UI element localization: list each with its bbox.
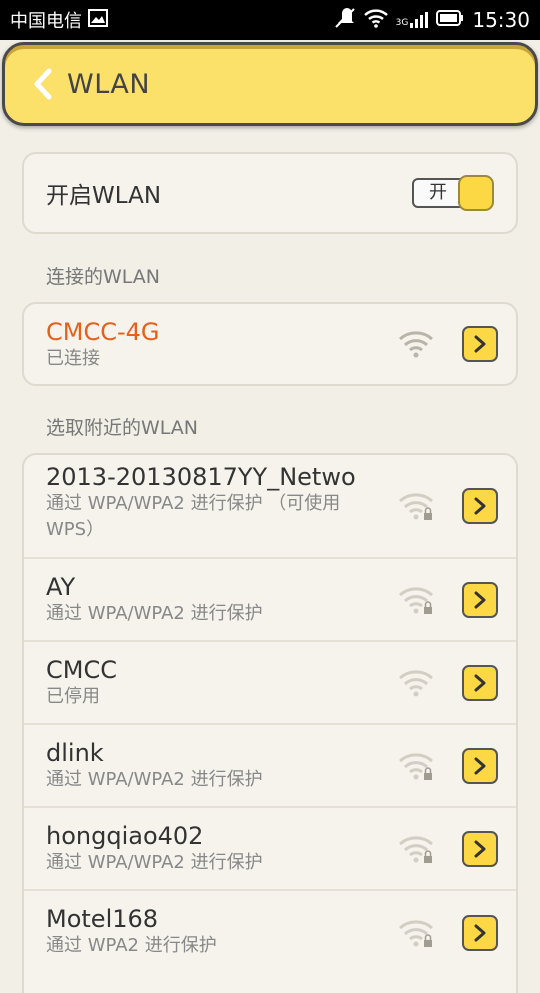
wifi-locked-signal-icon — [398, 918, 434, 948]
network-row[interactable]: dlink 通过 WPA/WPA2 进行保护 — [24, 725, 516, 808]
network-status: 通过 WPA/WPA2 进行保护 （可使用 WPS） — [46, 493, 341, 540]
network-name: 2013-20130817YY_Netwo — [46, 463, 356, 491]
wifi-status-icon — [363, 8, 388, 33]
connected-network-row[interactable]: CMCC-4G 已连接 — [24, 304, 516, 384]
carrier-name: 中国电信 — [10, 11, 82, 32]
network-details-button[interactable] — [462, 664, 498, 701]
network-status: 通过 WPA/WPA2 进行保护 — [46, 603, 263, 624]
nearby-networks-list: 2013-20130817YY_Netwo 通过 WPA/WPA2 进行保护 （… — [22, 453, 518, 993]
network-name: AY — [46, 573, 76, 601]
network-row[interactable]: CMCC 已停用 — [24, 642, 516, 725]
wifi-signal-icon — [398, 668, 434, 698]
battery-icon — [436, 9, 464, 31]
nearby-section-header: 选取附近的WLAN — [46, 417, 199, 439]
network-details-button[interactable] — [462, 326, 498, 362]
wifi-locked-signal-icon — [398, 834, 434, 864]
network-details-button[interactable] — [462, 830, 498, 867]
network-details-button[interactable] — [462, 488, 498, 524]
switch-knob — [458, 175, 494, 211]
network-status: 已停用 — [46, 686, 100, 707]
page-title: WLAN — [67, 68, 151, 100]
wifi-signal-icon — [398, 329, 434, 359]
wlan-toggle-label: 开启WLAN — [46, 183, 162, 209]
network-details-button[interactable] — [462, 914, 498, 951]
wifi-locked-signal-icon — [398, 491, 434, 521]
network-details-button[interactable] — [462, 581, 498, 618]
wlan-switch[interactable]: 开 — [412, 175, 494, 211]
network-row[interactable]: AY 通过 WPA/WPA2 进行保护 — [24, 559, 516, 642]
switch-state-text: 开 — [429, 182, 447, 203]
network-row[interactable]: Motel168 通过 WPA2 进行保护 — [24, 891, 516, 974]
connected-card: CMCC-4G 已连接 — [22, 302, 518, 386]
signal-3g-icon: 3G — [396, 12, 429, 28]
title-bar: WLAN — [2, 42, 538, 126]
network-status: 已连接 — [46, 348, 100, 369]
network-row[interactable]: 2013-20130817YY_Netwo 通过 WPA/WPA2 进行保护 （… — [24, 455, 516, 559]
network-name: hongqiao402 — [46, 822, 204, 850]
network-row[interactable]: hongqiao402 通过 WPA/WPA2 进行保护 — [24, 808, 516, 891]
network-status: 通过 WPA2 进行保护 — [46, 935, 217, 956]
network-status: 通过 WPA/WPA2 进行保护 — [46, 769, 263, 790]
network-name: Motel168 — [46, 905, 159, 933]
gallery-notification-icon — [88, 8, 108, 32]
network-type: 3G — [395, 18, 409, 28]
connected-section-header: 连接的WLAN — [46, 266, 161, 288]
status-bar: 中国电信 3G 15:30 — [0, 0, 540, 40]
network-name: dlink — [46, 739, 104, 767]
network-details-button[interactable] — [462, 747, 498, 784]
clock: 15:30 — [472, 8, 530, 32]
network-name: CMCC — [46, 656, 117, 684]
network-name: CMCC-4G — [46, 318, 160, 346]
wifi-locked-signal-icon — [398, 751, 434, 781]
wifi-locked-signal-icon — [398, 585, 434, 615]
network-status: 通过 WPA/WPA2 进行保护 — [46, 852, 263, 873]
back-arrow-icon[interactable] — [23, 64, 63, 104]
mute-icon — [334, 7, 356, 33]
wlan-toggle-card: 开启WLAN 开 — [22, 152, 518, 234]
